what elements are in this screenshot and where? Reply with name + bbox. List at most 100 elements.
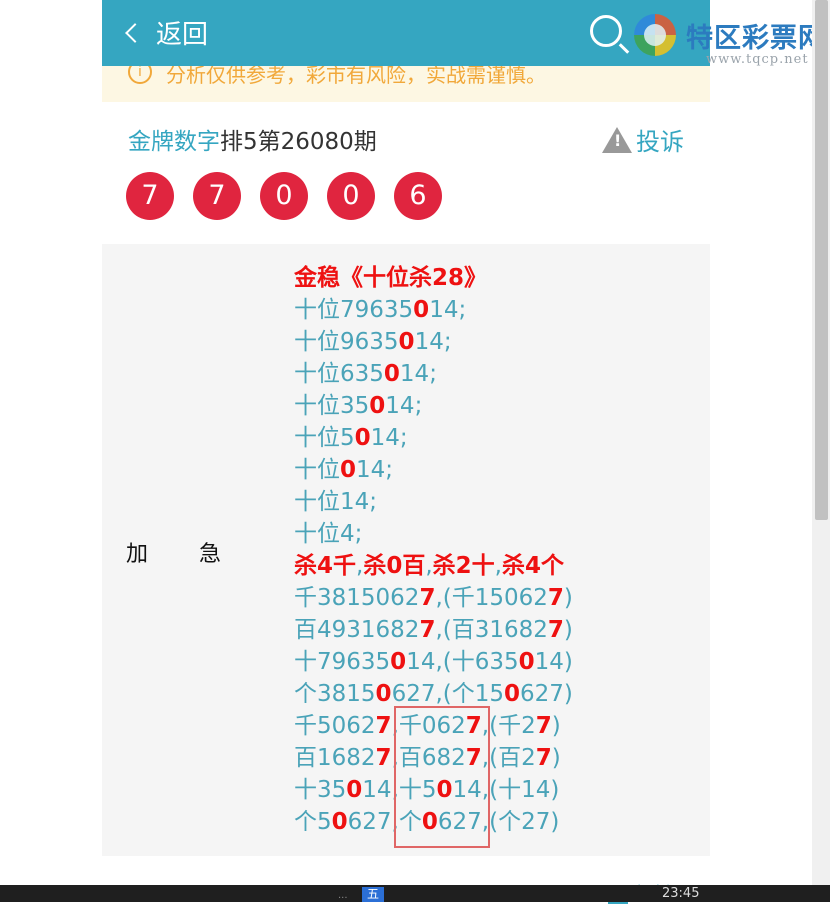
line-segment: 7 <box>535 745 552 771</box>
line-segment: 14; <box>356 457 394 483</box>
line-segment: ,(千15062 <box>435 585 548 611</box>
line-segment: ) <box>551 713 561 739</box>
urgent-label: 加急 <box>126 542 222 567</box>
line-segment: 14,(十635 <box>406 649 519 675</box>
line-segment: 杀2十 <box>432 553 495 579</box>
line-segment: 7 <box>419 617 436 643</box>
notice-text: 分析仅供参考，彩市有风险，实战需谨慎。 <box>166 66 546 87</box>
clock: 23:45 <box>662 886 700 901</box>
line-segment: 十位14; <box>294 489 378 515</box>
scrollbar-thumb[interactable] <box>815 0 828 520</box>
back-label: 返回 <box>156 20 209 50</box>
line-segment: 十35 <box>294 777 347 803</box>
line-segment: 0 <box>340 457 357 483</box>
line-segment: ) <box>563 585 573 611</box>
risk-notice: i 分析仅供参考，彩市有风险，实战需谨慎。 <box>102 66 710 102</box>
number-ball: 7 <box>193 172 241 220</box>
line-segment: 627,(个15 <box>391 681 505 707</box>
analysis-line: 十位635014; <box>294 358 573 390</box>
line-segment: 14; <box>429 297 467 323</box>
analysis-line: 十位14; <box>294 486 573 518</box>
analysis-line: 十位79635014; <box>294 294 573 326</box>
analysis-line: 十79635014,(十635014) <box>294 646 573 678</box>
line-segment: 十位5 <box>294 425 355 451</box>
line-segment: 14; <box>399 361 437 387</box>
analysis-line: 十位4; <box>294 518 573 550</box>
line-segment: 个3815 <box>294 681 376 707</box>
analysis-line: 千38150627,(千150627) <box>294 582 573 614</box>
analysis-panel: 加急 金稳《十位杀28》 十位79635014; 十位9635014; 十位63501… <box>102 244 710 856</box>
line-segment: 0 <box>383 361 400 387</box>
ime-indicator[interactable]: 五 <box>362 887 384 902</box>
analysis-line: 百49316827,(百316827) <box>294 614 573 646</box>
number-ball: 6 <box>394 172 442 220</box>
line-segment: , <box>425 553 433 579</box>
watermark-url: www.tqcp.net <box>706 52 809 67</box>
line-segment: 十位9635 <box>294 329 399 355</box>
line-segment: 0 <box>354 425 371 451</box>
line-segment: ) <box>551 745 561 771</box>
line-segment: 0 <box>504 681 521 707</box>
line-segment: 0 <box>375 681 392 707</box>
number-ball: 0 <box>327 172 375 220</box>
line-segment: 14; <box>370 425 408 451</box>
report-label: 投诉 <box>636 128 684 156</box>
watermark-logo: 特区彩票网 www.tqcp.net <box>626 10 830 68</box>
line-segment: 千5062 <box>294 713 376 739</box>
number-ball: 7 <box>126 172 174 220</box>
line-segment: 百1682 <box>294 745 376 771</box>
analysis-line: 十位5014; <box>294 422 573 454</box>
line-segment: 十位 <box>294 457 340 483</box>
line-segment: 7 <box>535 713 552 739</box>
page: 返回 i 分析仅供参考，彩市有风险，实战需谨慎。 金牌数字排5第26080期 !… <box>102 0 710 905</box>
line-segment: 0 <box>331 809 348 835</box>
line-segment: 7 <box>419 585 436 611</box>
line-segment: 0 <box>518 649 535 675</box>
line-segment: 14; <box>385 393 423 419</box>
taskbar: ... 五 23:45 <box>0 885 830 902</box>
line-segment: 7 <box>375 713 392 739</box>
line-segment: 7 <box>547 617 564 643</box>
report-button[interactable]: ! 投诉 <box>602 122 684 157</box>
line-segment: 杀0百 <box>363 553 426 579</box>
line-segment: ) <box>563 617 573 643</box>
analysis-line: 十位014; <box>294 454 573 486</box>
line-segment: 627) <box>520 681 573 707</box>
line-segment: 14) <box>534 649 573 675</box>
line-segment: 0 <box>369 393 386 419</box>
page-title: 金牌数字排5第26080期 <box>128 122 377 156</box>
analysis-line: 杀4千,杀0百,杀2十,杀4个 <box>294 550 573 582</box>
line-segment: 十位79635 <box>294 297 414 323</box>
line-segment: ,(百31682 <box>435 617 548 643</box>
line-segment: 十位4; <box>294 521 363 547</box>
number-ball: 0 <box>260 172 308 220</box>
line-segment: 个5 <box>294 809 332 835</box>
line-segment: 7 <box>547 585 564 611</box>
watermark-name: 特区彩票网 <box>686 23 826 54</box>
chevron-left-icon <box>125 22 145 43</box>
logo-icon <box>634 14 676 56</box>
highlight-box <box>394 706 490 848</box>
warning-icon: ! <box>602 126 632 153</box>
line-segment: 金稳《十位杀28》 <box>294 265 488 291</box>
line-segment: 0 <box>346 777 363 803</box>
line-segment: 杀4千 <box>294 553 357 579</box>
result-balls: 7 7 0 0 6 <box>126 172 461 220</box>
line-segment: 0 <box>413 297 430 323</box>
line-segment: 14; <box>414 329 452 355</box>
line-segment: 7 <box>375 745 392 771</box>
line-segment: 0 <box>398 329 415 355</box>
top-bar: 返回 <box>102 0 710 66</box>
issue-label: 排5第26080期 <box>220 129 377 155</box>
search-icon[interactable] <box>590 15 622 47</box>
info-icon: i <box>128 66 152 84</box>
back-button[interactable]: 返回 <box>124 14 208 51</box>
source-link[interactable]: 金牌数字 <box>128 129 220 155</box>
analysis-line: 金稳《十位杀28》 <box>294 262 573 294</box>
analysis-line: 十位35014; <box>294 390 573 422</box>
line-segment: 十79635 <box>294 649 391 675</box>
line-segment: 十位635 <box>294 361 384 387</box>
tray-more[interactable]: ... <box>338 890 348 901</box>
line-segment: 十位35 <box>294 393 370 419</box>
analysis-line: 十位9635014; <box>294 326 573 358</box>
